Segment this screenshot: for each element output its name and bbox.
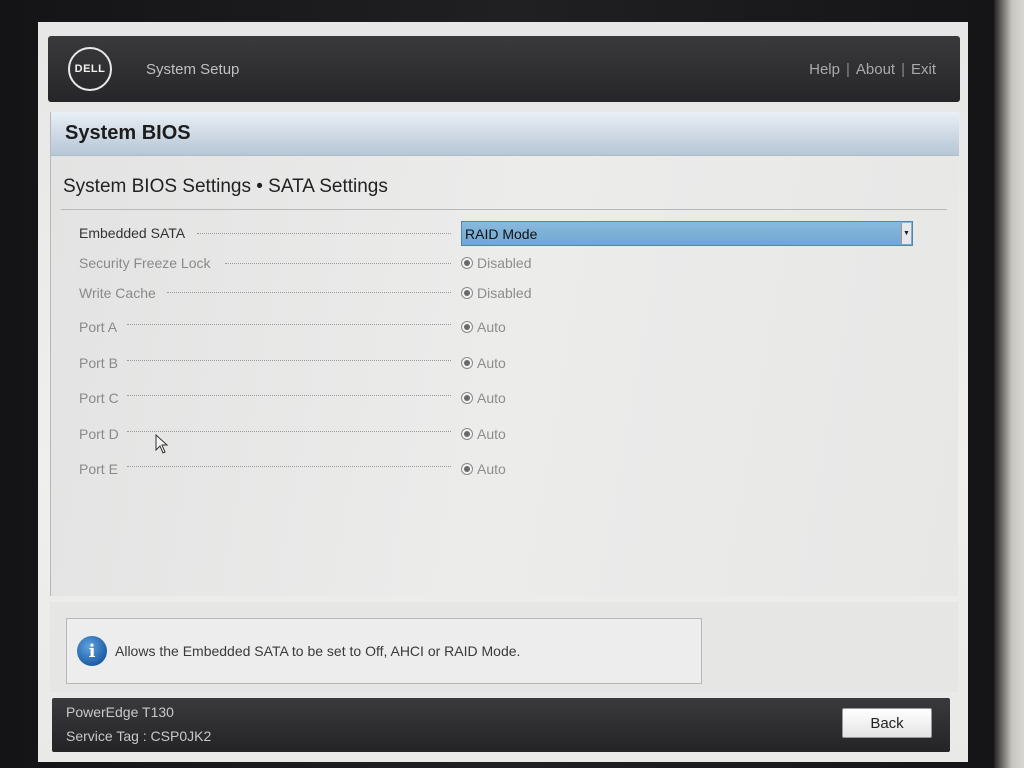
setting-value[interactable]: Disabled [461,255,531,271]
dotted-leader [127,395,451,396]
radio-label: Auto [477,460,506,477]
header-links: Help | About | Exit [809,61,936,78]
setting-row-port-c[interactable]: Port C Auto [79,380,919,416]
about-link[interactable]: About [856,61,895,78]
service-tag: Service Tag : CSP0JK2 [66,728,212,744]
setting-value[interactable]: Auto [461,426,506,442]
dell-logo-text: DELL [74,63,106,75]
dropdown-arrow-icon[interactable]: ▼ [901,223,911,244]
dotted-leader [225,263,451,264]
dell-logo: DELL [68,47,112,91]
radio-icon[interactable] [461,256,473,269]
setting-label: Port D [79,425,119,442]
radio-label: Auto [477,390,506,406]
header-bar: DELL System Setup Help | About | Exit [48,36,960,102]
radio-icon[interactable] [461,356,473,369]
setting-value[interactable]: Auto [461,461,506,477]
setting-label: Write Cache [79,285,156,301]
setting-value[interactable]: Auto [461,390,506,406]
setting-row-embedded-sata[interactable]: Embedded SATA RAID Mode ▼ [79,218,919,248]
help-text: Allows the Embedded SATA to be set to Of… [115,643,521,659]
app-title: System Setup [146,60,240,78]
radio-label: Disabled [477,254,532,271]
panel-title: System BIOS [65,122,191,144]
dotted-leader [167,292,451,293]
radio-icon[interactable] [461,427,473,440]
setting-row-port-b[interactable]: Port B Auto [79,345,919,380]
setting-row-port-e[interactable]: Port E Auto [79,451,919,486]
help-box: i Allows the Embedded SATA to be set to … [66,618,702,684]
radio-label: Auto [477,425,506,442]
mouse-cursor-icon [155,434,169,454]
dotted-leader [127,324,451,325]
subtitle-divider [61,209,947,210]
bios-screen: DELL System Setup Help | About | Exit Sy… [38,22,968,762]
setting-label: Security Freeze Lock [79,254,211,271]
setting-value[interactable]: Disabled [461,285,531,301]
settings-list: Embedded SATA RAID Mode ▼ Security Freez… [79,218,919,486]
dotted-leader [127,466,451,467]
radio-label: Disabled [477,285,532,301]
link-separator: | [901,60,905,78]
panel-title-bar: System BIOS [51,112,959,156]
system-model: PowerEdge T130 [66,704,174,720]
setting-row-write-cache[interactable]: Write Cache Disabled [79,277,919,309]
monitor-bezel-edge [994,0,1024,768]
link-separator: | [845,60,850,78]
setting-value[interactable]: Auto [461,319,506,335]
setting-label: Port C [79,390,119,406]
footer-bar: PowerEdge T130 Service Tag : CSP0JK2 Bac… [52,698,950,752]
setting-value[interactable]: Auto [461,355,506,371]
help-area: i Allows the Embedded SATA to be set to … [50,602,958,692]
radio-label: Auto [477,354,506,371]
dotted-leader [127,360,451,361]
exit-link[interactable]: Exit [911,61,936,78]
radio-label: Auto [477,319,506,335]
radio-icon[interactable] [461,462,473,475]
dotted-leader [197,233,451,234]
back-button[interactable]: Back [842,708,932,738]
settings-panel: System BIOS System BIOS Settings • SATA … [50,112,959,596]
setting-row-port-a[interactable]: Port A Auto [79,309,919,345]
radio-icon[interactable] [461,321,473,333]
setting-label: Embedded SATA [79,225,186,241]
setting-label: Port E [79,460,118,477]
info-icon: i [77,636,107,666]
setting-label: Port B [79,354,118,371]
radio-icon[interactable] [461,287,473,299]
setting-label: Port A [79,319,118,335]
dropdown-value: RAID Mode [465,225,538,242]
radio-icon[interactable] [461,392,473,404]
dotted-leader [127,431,451,432]
embedded-sata-dropdown[interactable]: RAID Mode ▼ [461,221,913,246]
page-subtitle: System BIOS Settings • SATA Settings [63,176,388,197]
setting-row-port-d[interactable]: Port D Auto [79,416,919,451]
setting-row-security-freeze-lock[interactable]: Security Freeze Lock Disabled [79,248,919,277]
help-link[interactable]: Help [809,61,840,78]
